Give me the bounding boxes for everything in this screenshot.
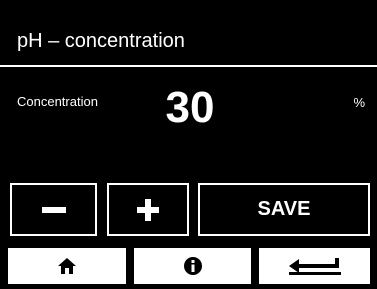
info-button[interactable] bbox=[134, 248, 251, 284]
plus-icon bbox=[137, 198, 159, 221]
concentration-value: 30 bbox=[165, 83, 215, 132]
device-screen: pH – concentration Concentration 30 % SA… bbox=[0, 0, 377, 289]
page-title: pH – concentration bbox=[17, 30, 185, 52]
concentration-unit: % bbox=[353, 95, 365, 110]
save-button[interactable]: SAVE bbox=[198, 183, 370, 236]
decrease-button[interactable] bbox=[10, 183, 97, 236]
concentration-label: Concentration bbox=[17, 94, 98, 109]
minus-icon bbox=[41, 206, 66, 213]
return-arrow-icon bbox=[288, 257, 341, 275]
title-divider bbox=[0, 65, 377, 67]
back-button[interactable] bbox=[259, 248, 370, 284]
home-icon bbox=[58, 258, 76, 274]
increase-button[interactable] bbox=[107, 183, 189, 236]
save-button-label: SAVE bbox=[257, 198, 311, 220]
home-button[interactable] bbox=[8, 248, 126, 284]
info-icon bbox=[183, 257, 202, 275]
